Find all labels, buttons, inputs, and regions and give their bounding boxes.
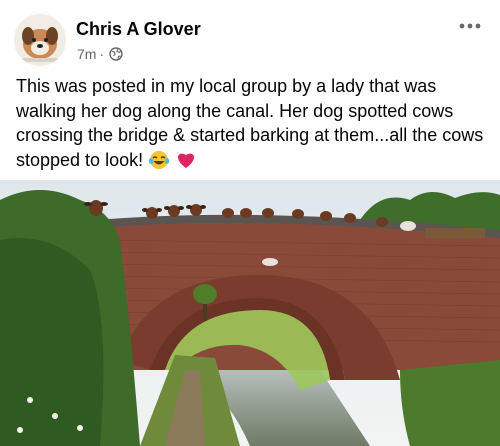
post-photo[interactable]	[0, 180, 500, 446]
canal-bridge-cows-photo	[0, 180, 500, 446]
avatar-dog-image	[14, 14, 66, 66]
author-name[interactable]: Chris A Glover	[76, 19, 201, 40]
red-heart-emoji	[175, 150, 197, 170]
laughing-tears-emoji	[148, 150, 170, 170]
more-options-icon[interactable]	[456, 14, 484, 38]
post-text: This was posted in my local group by a l…	[16, 74, 486, 172]
post-header: Chris A Glover 7m ·	[0, 0, 500, 68]
avatar[interactable]	[14, 14, 66, 66]
post-body: This was posted in my local group by a l…	[16, 76, 484, 170]
globe-icon[interactable]	[109, 47, 123, 61]
post-time[interactable]: 7m	[77, 46, 96, 62]
post-meta: 7m ·	[77, 46, 123, 62]
meta-separator: ·	[99, 46, 105, 62]
